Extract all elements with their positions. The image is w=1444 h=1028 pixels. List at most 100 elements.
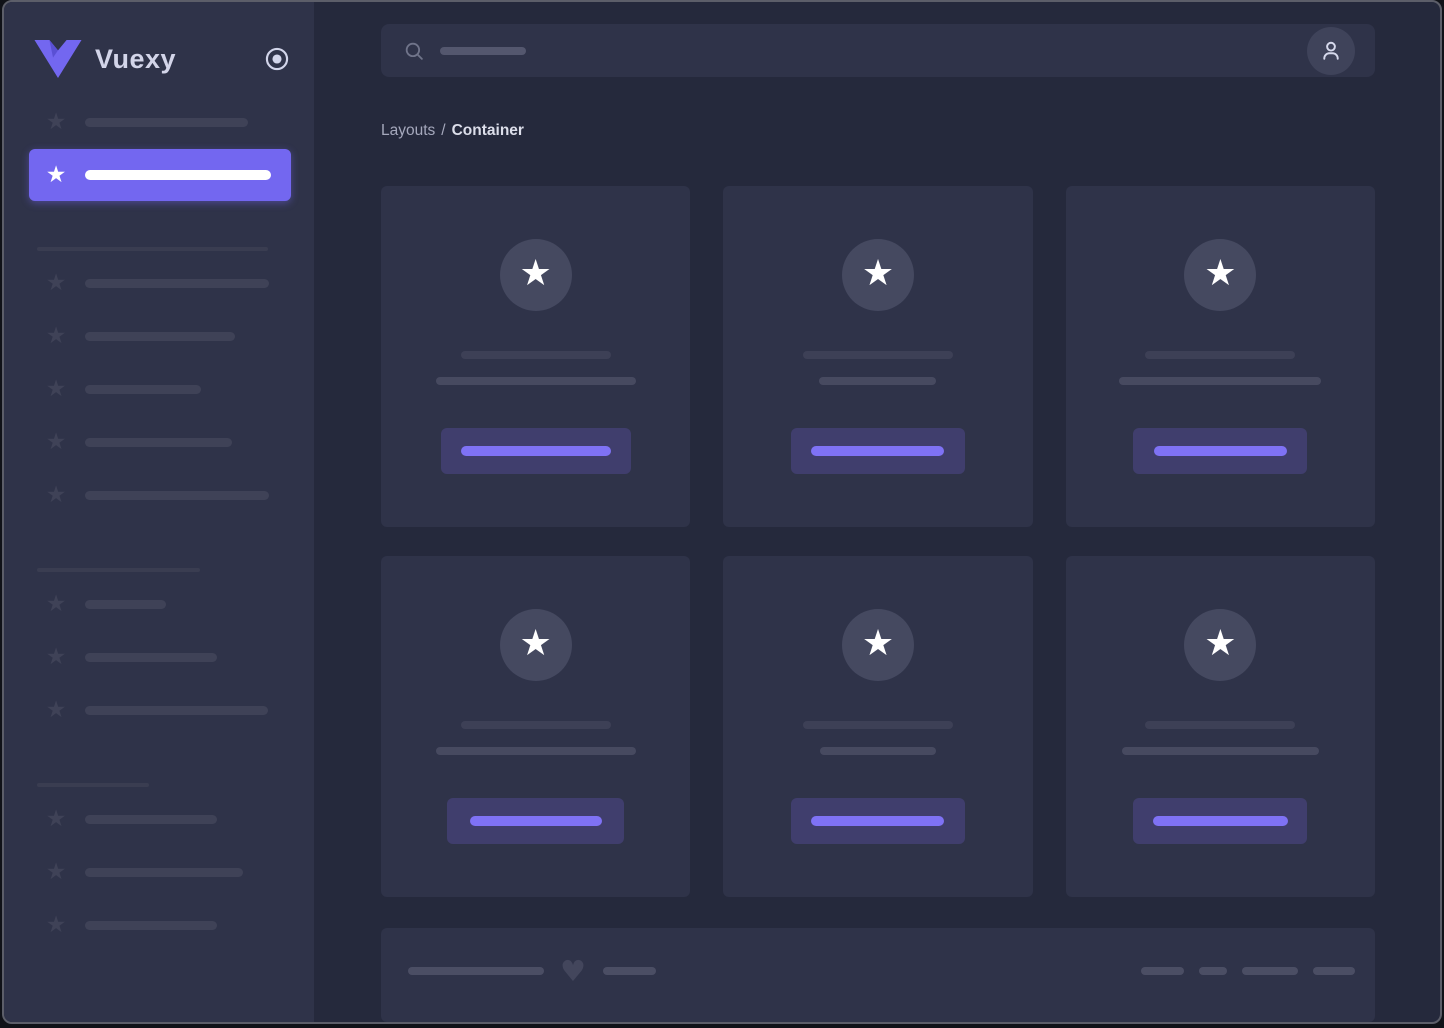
- breadcrumb-parent[interactable]: Layouts: [381, 122, 435, 139]
- app-window: Vuexy ★ ★ ★ ★ ★ ★ ★ ★ ★ ★ ★ ★ ★ Layouts …: [2, 0, 1442, 1024]
- skeleton-bar: [811, 446, 945, 457]
- skeleton-bar: [85, 653, 217, 662]
- skeleton-bar: [85, 491, 269, 500]
- star-avatar: ★: [841, 239, 914, 312]
- sidebar-item[interactable]: ★: [4, 846, 314, 899]
- star-avatar: ★: [1184, 609, 1257, 682]
- card-action-button[interactable]: [790, 428, 965, 475]
- star-icon: ★: [861, 252, 895, 294]
- skeleton-bar: [460, 446, 611, 457]
- placeholder-card: ★: [723, 186, 1033, 528]
- skeleton-bar: [435, 377, 636, 386]
- sidebar-item[interactable]: ★: [4, 899, 314, 952]
- breadcrumb-current: Container: [451, 122, 524, 140]
- skeleton-bar: [819, 747, 936, 756]
- placeholder-card: ★: [1065, 556, 1375, 898]
- sidebar-item-active[interactable]: ★: [29, 149, 291, 201]
- card-action-button[interactable]: [1133, 428, 1308, 475]
- star-icon: ★: [1204, 622, 1237, 664]
- skeleton-bar: [1121, 747, 1319, 756]
- star-icon: ★: [519, 622, 552, 664]
- skeleton-bar: [85, 118, 248, 127]
- star-icon: ★: [861, 622, 895, 664]
- sidebar-item[interactable]: ★: [4, 96, 314, 149]
- skeleton-bar: [85, 279, 269, 288]
- skeleton-bar: [1242, 967, 1298, 976]
- footer-right-group: [1141, 967, 1355, 976]
- star-icon: ★: [45, 429, 67, 455]
- skeleton-bar: [85, 385, 201, 394]
- sidebar-header: Vuexy: [4, 2, 314, 78]
- skeleton-bar: [85, 815, 217, 824]
- heart-icon[interactable]: ♥: [560, 956, 586, 986]
- brand-name: Vuexy: [95, 43, 177, 74]
- search-bar[interactable]: [381, 24, 1375, 78]
- card-action-button[interactable]: [440, 428, 631, 475]
- sidebar-item[interactable]: ★: [4, 793, 314, 846]
- placeholder-card: ★: [381, 186, 691, 528]
- skeleton-bar: [85, 868, 243, 877]
- breadcrumb-separator: /: [441, 122, 446, 140]
- skeleton-bar: [1313, 967, 1355, 976]
- search-placeholder-skeleton: [440, 46, 526, 55]
- sidebar-item[interactable]: ★: [4, 310, 314, 363]
- skeleton-bar: [85, 921, 217, 930]
- skeleton-bar: [1141, 967, 1184, 976]
- person-icon: [1323, 41, 1339, 60]
- footer-row: ♥: [408, 956, 1355, 986]
- sidebar-item[interactable]: ★: [4, 257, 314, 310]
- skeleton-bar: [469, 816, 602, 827]
- sidebar-item[interactable]: ★: [4, 363, 314, 416]
- breadcrumb: Layouts / Container: [381, 121, 1375, 141]
- search-icon: [405, 42, 423, 60]
- sidebar-item[interactable]: ★: [4, 631, 314, 684]
- skeleton-bar: [1145, 721, 1296, 730]
- placeholder-card: ★: [723, 556, 1033, 898]
- skeleton-bar: [1153, 446, 1287, 457]
- skeleton-bar: [460, 721, 611, 730]
- sidebar-item[interactable]: ★: [4, 578, 314, 631]
- skeleton-bar: [603, 967, 656, 976]
- sidebar-pin-toggle-icon[interactable]: [264, 46, 290, 72]
- sidebar-item[interactable]: ★: [4, 684, 314, 737]
- card-grid: ★ ★ ★ ★ ★ ★: [381, 186, 1375, 898]
- skeleton-bar: [85, 438, 232, 447]
- star-avatar: ★: [499, 609, 572, 682]
- star-icon: ★: [45, 859, 67, 885]
- sidebar-section-heading: [37, 783, 149, 787]
- star-avatar: ★: [499, 239, 572, 312]
- card-action-button[interactable]: [447, 798, 625, 845]
- main-content: Layouts / Container ★ ★ ★ ★ ★ ★ ♥: [314, 2, 1440, 1022]
- star-icon: ★: [45, 270, 67, 296]
- star-icon: ★: [45, 591, 67, 617]
- sidebar-item[interactable]: ★: [4, 416, 314, 469]
- star-icon: ★: [45, 806, 67, 832]
- star-icon: ★: [45, 161, 67, 188]
- star-icon: ★: [45, 376, 67, 402]
- star-avatar: ★: [841, 609, 914, 682]
- user-avatar[interactable]: [1307, 26, 1355, 75]
- card-action-button[interactable]: [1133, 798, 1308, 845]
- sidebar-item[interactable]: ★: [4, 469, 314, 522]
- card-action-button[interactable]: [790, 798, 965, 845]
- star-icon: ★: [45, 644, 67, 670]
- skeleton-bar: [819, 377, 937, 386]
- skeleton-bar: [1199, 967, 1227, 976]
- star-icon: ★: [45, 482, 67, 508]
- star-icon: ★: [45, 697, 67, 723]
- star-icon: ★: [45, 323, 67, 349]
- skeleton-bar: [435, 747, 636, 756]
- star-icon: ★: [1204, 252, 1237, 294]
- skeleton-bar: [802, 721, 953, 730]
- skeleton-bar: [1145, 351, 1296, 360]
- star-avatar: ★: [1184, 239, 1257, 312]
- skeleton-bar: [85, 170, 271, 180]
- skeleton-bar: [85, 332, 235, 341]
- skeleton-bar: [1152, 816, 1288, 827]
- skeleton-bar: [811, 816, 945, 827]
- sidebar-section-heading: [37, 568, 200, 572]
- vuexy-logo-icon: [34, 40, 82, 78]
- sidebar: Vuexy ★ ★ ★ ★ ★ ★ ★ ★ ★ ★ ★ ★ ★: [4, 2, 314, 1022]
- skeleton-bar: [802, 351, 953, 360]
- skeleton-bar: [1119, 377, 1322, 386]
